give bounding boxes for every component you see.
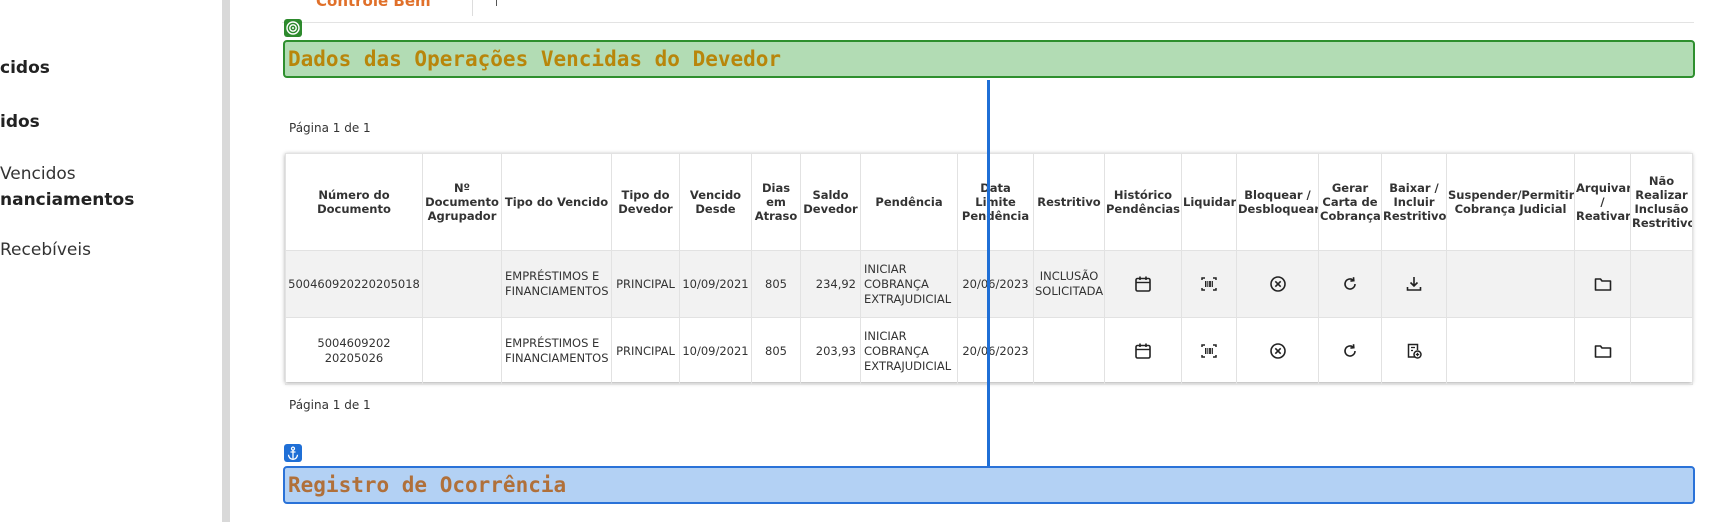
- col-header: Tipo do Devedor: [611, 153, 680, 251]
- sidebar-item-financiamentos[interactable]: nanciamentos: [0, 190, 134, 210]
- cell-nao-realizar: [1630, 250, 1693, 318]
- cell-nao-realizar: [1630, 317, 1693, 385]
- cell-data-limite: 20/06/2023: [957, 250, 1034, 318]
- cell-baixar-incluir: [1381, 250, 1447, 318]
- refresh-icon[interactable]: [1340, 341, 1360, 361]
- folder-icon[interactable]: [1593, 341, 1613, 361]
- sidebar-item-recebiveis[interactable]: Recebíveis: [0, 240, 91, 260]
- cell-dias-atraso: 805: [751, 250, 801, 318]
- col-header: Saldo Devedor: [800, 153, 861, 251]
- pagination-info-top: Página 1 de 1: [289, 121, 371, 135]
- col-header: Vencido Desde: [679, 153, 752, 251]
- col-header: Não Realizar Inclusão Restritivo: [1630, 153, 1693, 251]
- refresh-icon[interactable]: [1340, 274, 1360, 294]
- cell-vencido-desde: 10/09/2021: [679, 250, 752, 318]
- sidebar-item-vencidos-1[interactable]: cidos: [0, 58, 50, 78]
- col-header: Data Limite Pendência: [957, 153, 1034, 251]
- sidebar-item-vencidos-2[interactable]: idos: [0, 112, 40, 132]
- tab-mark: [496, 0, 497, 6]
- cell-tipo-devedor: PRINCIPAL: [611, 317, 680, 385]
- cell-gerar-carta: [1318, 317, 1382, 385]
- cell-saldo: 234,92: [800, 250, 861, 318]
- connector-line: [987, 80, 990, 466]
- cell-agrupador: [422, 317, 502, 385]
- cell-arquivar: [1574, 317, 1631, 385]
- cell-bloquear: [1236, 250, 1319, 318]
- sidebar-item-label: Vencidos: [0, 164, 76, 184]
- col-header: Nº Documento Agrupador: [422, 153, 502, 251]
- col-header: Número do Documento: [285, 153, 423, 251]
- sidebar-item-label: cidos: [0, 58, 50, 78]
- cell-agrupador: [422, 250, 502, 318]
- cell-liquidar: [1181, 250, 1237, 318]
- cell-pendencia: INICIAR COBRANÇA EXTRAJUDICIAL: [860, 317, 958, 385]
- cell-liquidar: [1181, 317, 1237, 385]
- block-circle-x-icon[interactable]: [1268, 341, 1288, 361]
- col-header: Histórico Pendências: [1104, 153, 1182, 251]
- cell-tipo-vencido: EMPRÉSTIMOS E FINANCIAMENTOS: [501, 250, 612, 318]
- tab-underline: [282, 22, 1694, 23]
- cell-dias-atraso: 805: [751, 317, 801, 385]
- cell-gerar-carta: [1318, 250, 1382, 318]
- section-title: Dados das Operações Vencidas do Devedor: [288, 47, 782, 71]
- sidebar-item-label: nanciamentos: [0, 190, 135, 210]
- anchor-icon[interactable]: [284, 444, 302, 462]
- section-title: Registro de Ocorrência: [288, 473, 567, 497]
- cell-numero: 500460920220205018: [285, 250, 423, 318]
- tab-controle-bem[interactable]: Controle Bem: [316, 0, 431, 10]
- cell-numero: 5004609202 20205026: [285, 317, 423, 385]
- cell-saldo: 203,93: [800, 317, 861, 385]
- cell-restritivo: [1033, 317, 1105, 385]
- sidebar-item-vencidos-3[interactable]: Vencidos: [0, 164, 76, 184]
- sidebar: cidos idos Vencidos nanciamentos Recebív…: [0, 0, 230, 522]
- cell-data-limite: 20/06/2023: [957, 317, 1034, 385]
- cell-tipo-vencido: EMPRÉSTIMOS E FINANCIAMENTOS: [501, 317, 612, 385]
- col-header: Dias em Atraso: [751, 153, 801, 251]
- block-circle-x-icon[interactable]: [1268, 274, 1288, 294]
- cell-vencido-desde: 10/09/2021: [679, 317, 752, 385]
- col-header: Tipo do Vencido: [501, 153, 612, 251]
- barcode-icon[interactable]: [1199, 274, 1219, 294]
- pagination-info-bottom: Página 1 de 1: [289, 398, 371, 412]
- sidebar-item-label: idos: [0, 112, 40, 132]
- calendar-icon[interactable]: [1133, 341, 1153, 361]
- cell-pendencia: INICIAR COBRANÇA EXTRAJUDICIAL: [860, 250, 958, 318]
- cell-bloquear: [1236, 317, 1319, 385]
- folder-icon[interactable]: [1593, 274, 1613, 294]
- cell-suspender: [1446, 317, 1575, 385]
- cell-suspender: [1446, 250, 1575, 318]
- download-icon[interactable]: [1404, 274, 1424, 294]
- col-header: Restritivo: [1033, 153, 1105, 251]
- section-occurrence-register: Registro de Ocorrência: [283, 466, 1695, 504]
- cell-tipo-devedor: PRINCIPAL: [611, 250, 680, 318]
- barcode-icon[interactable]: [1199, 341, 1219, 361]
- target-icon[interactable]: [284, 19, 302, 37]
- cell-arquivar: [1574, 250, 1631, 318]
- calendar-icon[interactable]: [1133, 274, 1153, 294]
- col-header: Arquivar / Reativar: [1574, 153, 1631, 251]
- col-header: Baixar / Incluir Restritivo: [1381, 153, 1447, 251]
- cell-restritivo: INCLUSÃO SOLICITADA: [1033, 250, 1105, 318]
- sidebar-item-label: Recebíveis: [0, 240, 91, 260]
- section-overdue-operations: Dados das Operações Vencidas do Devedor: [283, 40, 1695, 78]
- tab-divider: [472, 0, 473, 16]
- col-header: Suspender/Permitir Cobrança Judicial: [1446, 153, 1575, 251]
- cell-historico: [1104, 250, 1182, 318]
- add-restriction-icon[interactable]: [1404, 341, 1424, 361]
- cell-historico: [1104, 317, 1182, 385]
- col-header: Liquidar: [1181, 153, 1237, 251]
- col-header: Pendência: [860, 153, 958, 251]
- col-header: Bloquear / Desbloquear: [1236, 153, 1319, 251]
- cell-baixar-incluir: [1381, 317, 1447, 385]
- col-header: Gerar Carta de Cobrança: [1318, 153, 1382, 251]
